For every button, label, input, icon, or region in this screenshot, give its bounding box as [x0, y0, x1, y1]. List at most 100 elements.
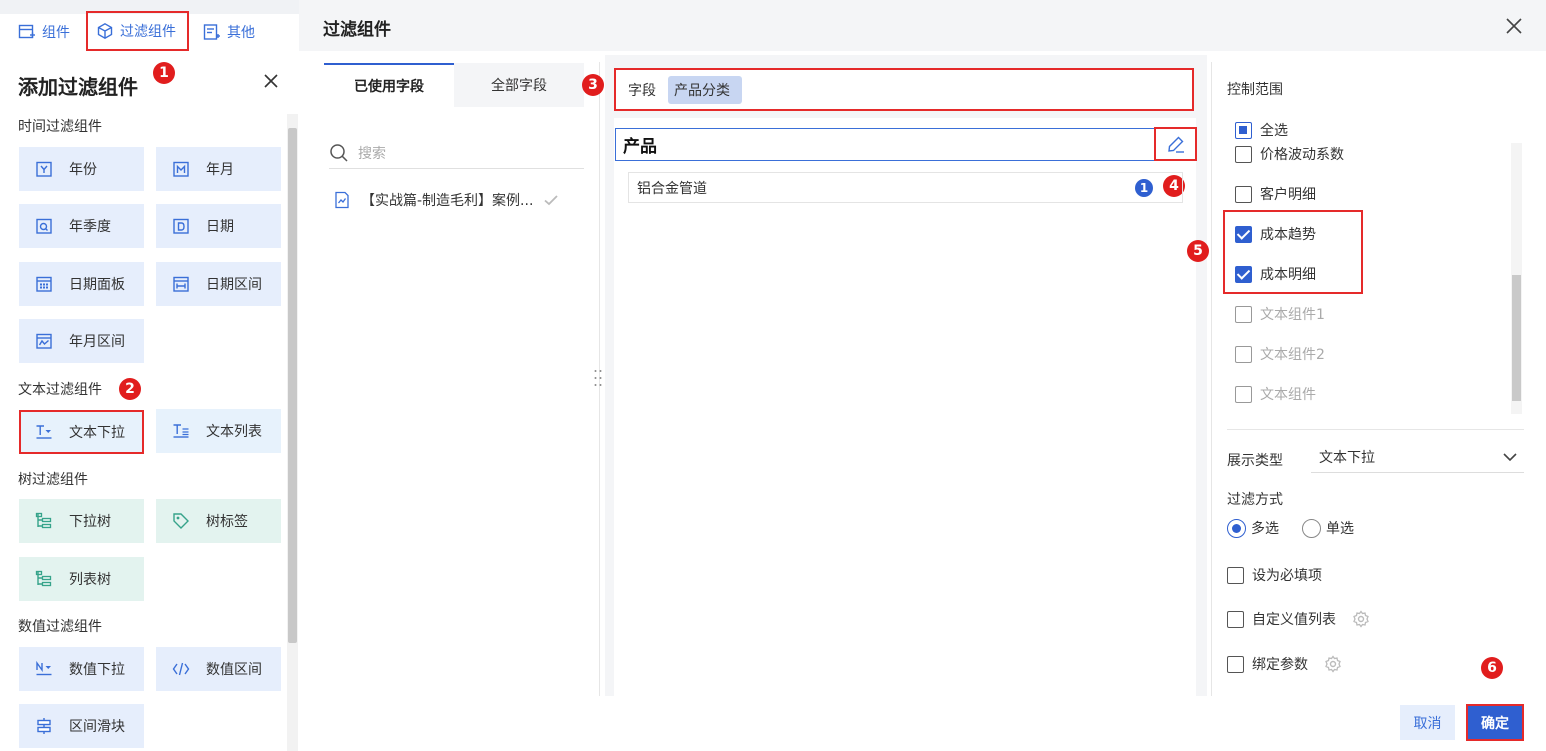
select-all-label: 全选: [1260, 123, 1288, 139]
close-icon: [264, 74, 278, 88]
chevron-down-icon: [1503, 452, 1517, 461]
field-chip[interactable]: 产品分类: [668, 75, 742, 104]
component-icon: [18, 24, 35, 39]
filter-text-dropdown-label: 文本下拉: [69, 425, 125, 441]
filter-text-list[interactable]: 文本列表: [156, 409, 281, 453]
control-item[interactable]: 成本趋势: [1235, 224, 1316, 244]
bind-param-option[interactable]: 绑定参数: [1227, 654, 1342, 674]
cancel-button[interactable]: 取消: [1400, 705, 1455, 740]
filter-range-slider[interactable]: 区间滑块: [19, 704, 144, 748]
control-item[interactable]: 成本明细: [1235, 264, 1316, 284]
filter-dropdown-tree-label: 下拉树: [69, 514, 111, 530]
radio-single[interactable]: [1302, 518, 1321, 538]
dialog-close-button[interactable]: [1505, 17, 1523, 35]
tab-components[interactable]: 组件: [18, 14, 70, 50]
filter-number-range[interactable]: 数值区间: [156, 647, 281, 691]
other-icon: [203, 24, 220, 40]
filter-year-month-range[interactable]: 年月区间: [19, 319, 144, 363]
control-checkbox[interactable]: [1235, 305, 1252, 323]
control-select-all[interactable]: 全选: [1235, 120, 1288, 140]
panel-close-button[interactable]: [262, 72, 280, 90]
control-checkbox[interactable]: [1235, 385, 1252, 403]
required-checkbox[interactable]: [1227, 566, 1244, 584]
filter-tree-tag[interactable]: 树标签: [156, 499, 281, 543]
field-drop-zone[interactable]: 字段 产品分类: [614, 68, 1194, 111]
control-item-label: 成本明细: [1260, 267, 1316, 283]
tab-filter-components-label: 过滤组件: [120, 24, 176, 40]
filter-year-month[interactable]: 年月: [156, 147, 281, 191]
bind-param-label: 绑定参数: [1252, 657, 1308, 673]
tab-other[interactable]: 其他: [203, 14, 255, 50]
filter-mode-multi[interactable]: 多选: [1227, 518, 1279, 538]
select-all-checkbox[interactable]: [1235, 121, 1252, 139]
slider-icon: [37, 718, 51, 734]
bind-param-checkbox[interactable]: [1227, 655, 1244, 673]
filter-date-label: 日期: [206, 219, 234, 235]
custom-list-option[interactable]: 自定义值列表: [1227, 609, 1370, 629]
dialog-title: 过滤组件: [323, 20, 391, 40]
control-item[interactable]: 文本组件1: [1235, 304, 1325, 324]
year-calendar-icon: [36, 161, 52, 177]
gear-icon[interactable]: [1352, 610, 1370, 628]
tab-used-fields[interactable]: 已使用字段: [324, 63, 454, 107]
value-panel: [614, 118, 1196, 696]
field-search[interactable]: 搜索: [329, 137, 584, 169]
custom-list-checkbox[interactable]: [1227, 610, 1244, 628]
control-item[interactable]: 文本组件: [1235, 384, 1316, 404]
drag-dots-icon: [594, 370, 602, 386]
month-calendar-icon: [173, 161, 189, 177]
control-checkbox[interactable]: [1235, 145, 1252, 163]
date-range-icon: [173, 276, 189, 292]
product-header: 产品: [623, 137, 657, 157]
search-placeholder: 搜索: [358, 145, 386, 162]
ok-button[interactable]: 确定: [1466, 704, 1524, 741]
dataset-item[interactable]: 【实战篇-制造毛利】案例...: [333, 188, 583, 212]
filter-year-quarter[interactable]: 年季度: [19, 204, 144, 248]
resize-handle[interactable]: [593, 368, 603, 388]
month-range-icon: [36, 333, 52, 349]
dataset-chart-icon: [335, 191, 349, 209]
quarter-calendar-icon: [36, 218, 52, 234]
filter-date-range-label: 日期区间: [206, 277, 262, 293]
control-checkbox[interactable]: [1235, 265, 1252, 283]
filter-mode-single[interactable]: 单选: [1302, 518, 1354, 538]
radio-multi[interactable]: [1227, 518, 1246, 538]
display-type-label: 展示类型: [1227, 453, 1283, 469]
control-item[interactable]: 价格波动系数: [1235, 144, 1344, 164]
filter-dropdown-tree[interactable]: 下拉树: [19, 499, 144, 543]
gear-icon[interactable]: [1324, 655, 1342, 673]
component-panel: 组件 过滤组件 其他 1 添加过滤组件 时间过滤组件 年份 年月 年季度 日期 …: [0, 0, 300, 751]
control-scrollbar-thumb[interactable]: [1512, 275, 1521, 401]
filter-date-range[interactable]: 日期区间: [156, 262, 281, 306]
filter-year[interactable]: 年份: [19, 147, 144, 191]
required-label: 设为必填项: [1252, 568, 1322, 584]
control-item-label: 客户明细: [1260, 187, 1316, 203]
filter-list-tree[interactable]: 列表树: [19, 557, 144, 601]
control-checkbox[interactable]: [1235, 225, 1252, 243]
control-checkbox[interactable]: [1235, 345, 1252, 363]
filter-year-label: 年份: [69, 162, 97, 178]
code-range-icon: [172, 662, 190, 676]
section-number-filters: 数值过滤组件: [18, 619, 102, 635]
filter-text-dropdown[interactable]: 文本下拉: [19, 410, 144, 454]
control-item[interactable]: 文本组件2: [1235, 344, 1325, 364]
filter-date[interactable]: 日期: [156, 204, 281, 248]
filter-number-range-label: 数值区间: [206, 662, 262, 678]
tab-filter-components[interactable]: 过滤组件: [86, 11, 189, 51]
control-item[interactable]: 客户明细: [1235, 184, 1316, 204]
control-checkbox[interactable]: [1235, 185, 1252, 203]
value-count-badge: 1: [1135, 179, 1153, 197]
filter-number-dropdown[interactable]: 数值下拉: [19, 647, 144, 691]
edit-button[interactable]: [1154, 127, 1197, 161]
panel-scrollbar-thumb[interactable]: [288, 128, 297, 643]
filter-mode-label: 过滤方式: [1227, 492, 1283, 508]
section-divider: [1227, 429, 1524, 430]
section-time-filters: 时间过滤组件: [18, 119, 102, 135]
tab-all-fields[interactable]: 全部字段: [454, 63, 584, 107]
filter-date-panel[interactable]: 日期面板: [19, 262, 144, 306]
control-item-label: 成本趋势: [1260, 227, 1316, 243]
display-type-select[interactable]: 文本下拉: [1311, 441, 1524, 473]
required-option[interactable]: 设为必填项: [1227, 565, 1322, 585]
value-item[interactable]: 铝合金管道: [628, 172, 1183, 203]
search-icon: [330, 143, 348, 162]
